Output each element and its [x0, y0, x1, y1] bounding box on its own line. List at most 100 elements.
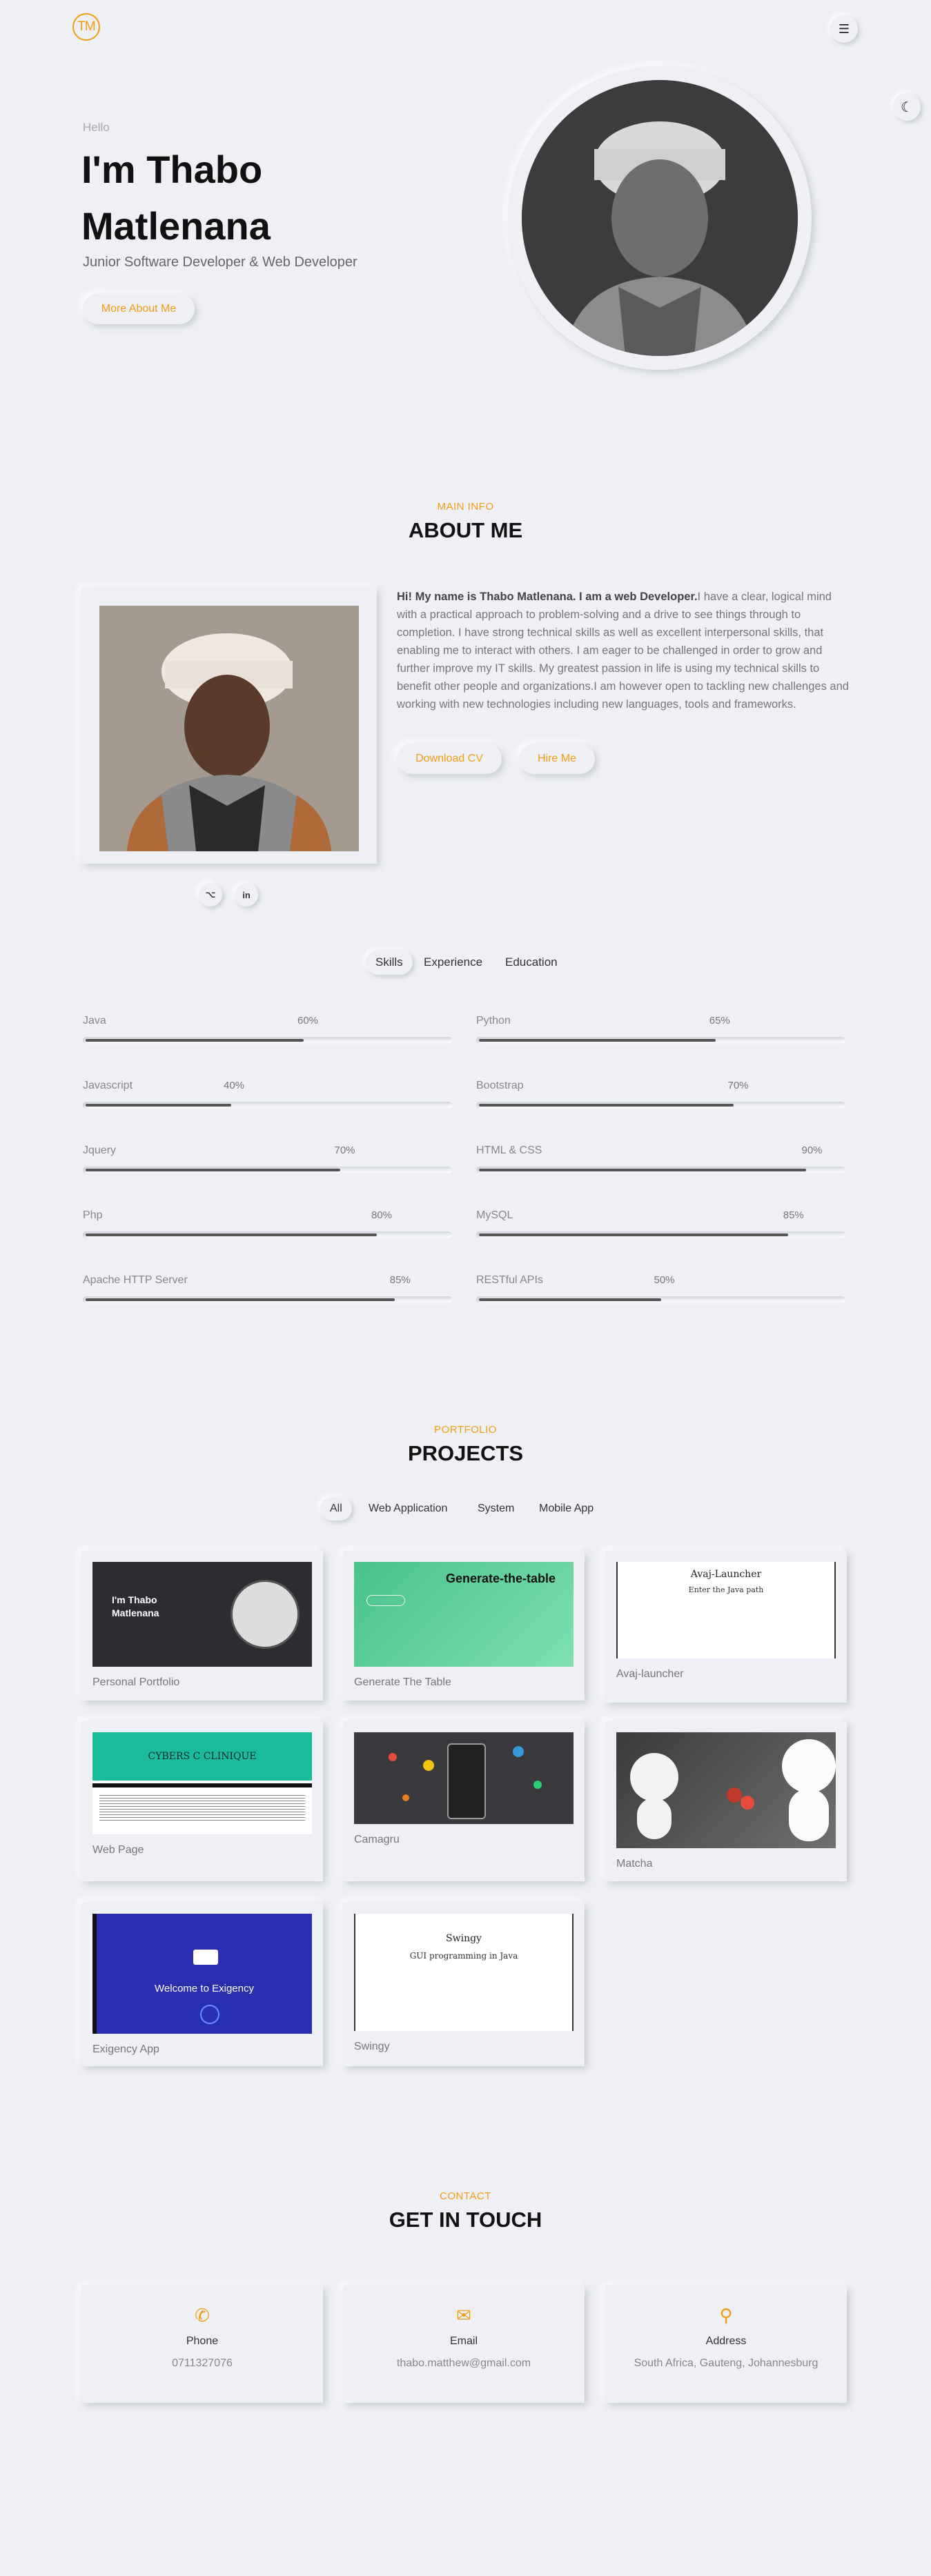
project-caption: Exigency App: [92, 2043, 159, 2055]
skill-name: Java: [83, 1015, 106, 1027]
contact-eyebrow: CONTACT: [440, 2190, 491, 2202]
project-thumbnail: I'm Thabo Matlenana: [92, 1562, 312, 1667]
skill-percent: 60%: [297, 1015, 319, 1027]
contact-label: Address: [705, 2335, 747, 2347]
skill-progress-fill: [479, 1169, 807, 1171]
thumb-subtitle: GUI programming in Java: [409, 1951, 518, 1961]
skill-item: MySQL 85%: [476, 1209, 845, 1244]
skill-item: HTML & CSS 90%: [476, 1145, 845, 1179]
skill-progress-track: [83, 1296, 452, 1303]
hero-subtitle: Junior Software Developer & Web Develope…: [83, 255, 357, 270]
about-photo: [99, 606, 359, 851]
skill-progress-fill: [86, 1298, 395, 1301]
project-caption: Swingy: [354, 2041, 390, 2052]
hamburger-icon: ☰: [838, 21, 850, 36]
envelope-icon: ✉: [456, 2305, 471, 2326]
project-thumbnail: [616, 1732, 836, 1848]
contact-card-phone: ✆ Phone 0711327076: [81, 2286, 323, 2403]
more-about-me-button[interactable]: More About Me: [83, 294, 195, 324]
project-card-matcha[interactable]: Matcha: [605, 1721, 847, 1881]
contact-title: GET IN TOUCH: [389, 2208, 542, 2232]
thumb-title: I'm Thabo Matlenana: [112, 1594, 159, 1618]
project-caption: Web Page: [92, 1844, 144, 1856]
skill-progress-fill: [479, 1298, 661, 1301]
filter-all[interactable]: All: [320, 1497, 352, 1520]
github-link[interactable]: ⌥: [199, 883, 222, 906]
about-intro-text: I have a clear, logical mind with a prac…: [397, 591, 849, 711]
skill-percent: 90%: [801, 1145, 823, 1156]
skill-item: Jquery 70%: [83, 1145, 452, 1179]
about-eyebrow: MAIN INFO: [437, 501, 494, 513]
about-photo-frame: [81, 588, 377, 864]
project-card-generate-table[interactable]: Generate-the-table Generate The Table: [343, 1551, 585, 1701]
github-icon: ⌥: [205, 889, 216, 900]
skill-progress-fill: [86, 1169, 340, 1171]
skill-name: Javascript: [83, 1080, 133, 1091]
skill-name: Apache HTTP Server: [83, 1274, 188, 1286]
filter-web-application[interactable]: Web Application: [369, 1503, 447, 1515]
contact-value[interactable]: 0711327076: [81, 2357, 323, 2370]
project-caption: Camagru: [354, 1834, 400, 1845]
contact-value[interactable]: thabo.matthew@gmail.com: [343, 2357, 585, 2370]
thumb-title: Generate-the-table: [445, 1572, 556, 1585]
skill-progress-fill: [479, 1233, 788, 1236]
phone-icon: ✆: [195, 2305, 210, 2326]
project-card-personal-portfolio[interactable]: I'm Thabo Matlenana Personal Portfolio: [81, 1551, 323, 1701]
skill-item: Python 65%: [476, 1015, 845, 1049]
skill-item: RESTful APIs 50%: [476, 1274, 845, 1309]
project-thumbnail: Avaj-Launcher Enter the Java path: [616, 1562, 836, 1658]
about-intro-bold: Hi! My name is Thabo Matlenana. I am a w…: [397, 591, 698, 603]
skill-item: Java 60%: [83, 1015, 452, 1049]
skill-percent: 85%: [389, 1274, 411, 1286]
skill-percent: 70%: [334, 1145, 355, 1156]
project-caption: Avaj-launcher: [616, 1668, 684, 1680]
project-card-web-page[interactable]: CYBERS C CLINIQUE Web Page: [81, 1721, 323, 1881]
tab-experience[interactable]: Experience: [424, 955, 482, 969]
contact-label: Email: [449, 2335, 478, 2347]
skill-percent: 80%: [371, 1209, 393, 1221]
linkedin-link[interactable]: in: [235, 883, 258, 906]
skill-percent: 40%: [224, 1080, 245, 1091]
hire-me-button[interactable]: Hire Me: [519, 744, 595, 774]
filter-system[interactable]: System: [478, 1503, 514, 1515]
logo[interactable]: TM: [72, 13, 100, 41]
project-thumbnail: Welcome to Exigency: [92, 1914, 312, 2034]
project-card-camagru[interactable]: Camagru: [343, 1721, 585, 1881]
skill-item: Php 80%: [83, 1209, 452, 1244]
portfolio-eyebrow: PORTFOLIO: [434, 1424, 497, 1436]
thumb-subtitle: Enter the Java path: [688, 1585, 764, 1594]
skill-progress-track: [83, 1231, 452, 1238]
contact-value: South Africa, Gauteng, Johannesburg: [634, 2357, 819, 2369]
skill-percent: 70%: [727, 1080, 749, 1091]
project-card-swingy[interactable]: Swingy GUI programming in Java Swingy: [343, 1903, 585, 2066]
skill-percent: 50%: [654, 1274, 675, 1286]
thumb-title: Welcome to Exigency: [155, 1983, 254, 1994]
about-description: Hi! My name is Thabo Matlenana. I am a w…: [397, 588, 849, 713]
moon-icon: ☾: [901, 99, 913, 115]
filter-mobile-app[interactable]: Mobile App: [539, 1503, 594, 1515]
skill-progress-fill: [86, 1104, 231, 1107]
skill-name: MySQL: [476, 1209, 513, 1221]
skill-progress-track: [83, 1037, 452, 1044]
project-thumbnail: CYBERS C CLINIQUE: [92, 1732, 312, 1834]
profile-image: [522, 80, 798, 356]
skill-percent: 65%: [709, 1015, 730, 1027]
download-cv-button[interactable]: Download CV: [397, 744, 502, 774]
skill-percent: 85%: [783, 1209, 804, 1221]
project-thumbnail: Generate-the-table: [354, 1562, 574, 1667]
skill-name: Bootstrap: [476, 1080, 524, 1091]
skill-progress-track: [476, 1296, 845, 1303]
skill-progress-track: [476, 1102, 845, 1109]
project-card-exigency-app[interactable]: Welcome to Exigency Exigency App: [81, 1903, 323, 2066]
skill-progress-track: [476, 1167, 845, 1173]
skill-progress-track: [476, 1037, 845, 1044]
project-thumbnail: Swingy GUI programming in Java: [354, 1914, 574, 2031]
menu-button[interactable]: ☰: [830, 15, 858, 43]
theme-toggle-button[interactable]: ☾: [893, 93, 921, 121]
project-caption: Generate The Table: [354, 1676, 451, 1688]
tab-skills[interactable]: Skills: [366, 950, 413, 975]
tab-education[interactable]: Education: [505, 955, 558, 969]
project-card-avaj-launcher[interactable]: Avaj-Launcher Enter the Java path Avaj-l…: [605, 1551, 847, 1703]
map-marker-icon: ⚲: [719, 2305, 733, 2326]
skill-item: Apache HTTP Server 85%: [83, 1274, 452, 1309]
